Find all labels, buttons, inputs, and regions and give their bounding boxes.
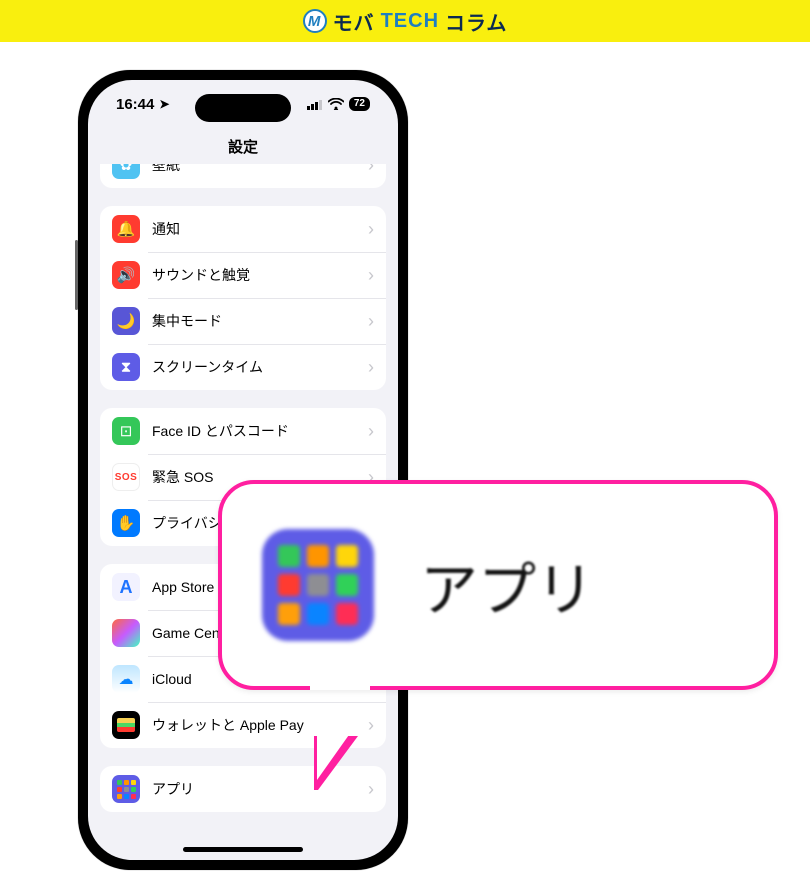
settings-row-notifications[interactable]: 🔔 通知 ›: [100, 206, 386, 252]
gamecenter-icon: [112, 619, 140, 647]
callout-bubble: アプリ: [218, 480, 778, 690]
settings-row-faceid[interactable]: ⊡ Face ID とパスコード ›: [100, 408, 386, 454]
apps-grid-icon: [262, 529, 374, 641]
sos-icon: SOS: [112, 463, 140, 491]
chevron-right-icon: ›: [368, 715, 374, 736]
row-label: 通知: [152, 219, 368, 239]
row-label: Face ID とパスコード: [152, 421, 368, 441]
chevron-right-icon: ›: [368, 421, 374, 442]
location-icon: ➤: [159, 97, 169, 111]
brand-text-1: モバ: [333, 7, 375, 36]
iphone-frame: 16:44 ➤ 72 設定 ✿ 壁紙 ›: [78, 70, 408, 870]
faceid-icon: ⊡: [112, 417, 140, 445]
chevron-right-icon: ›: [368, 265, 374, 286]
wifi-icon: [328, 98, 344, 110]
settings-row-screentime[interactable]: ⧗ スクリーンタイム ›: [100, 344, 386, 390]
brand-text-3: コラム: [445, 7, 507, 36]
row-label: 集中モード: [152, 311, 368, 331]
battery-icon: 72: [349, 97, 370, 111]
brand-bar: M モバ TECH コラム: [0, 0, 810, 42]
callout-label: アプリ: [420, 543, 594, 627]
dynamic-island: [195, 94, 291, 122]
chevron-right-icon: ›: [368, 164, 374, 176]
nav-title: 設定: [88, 128, 398, 164]
bell-icon: 🔔: [112, 215, 140, 243]
row-label: サウンドと触覚: [152, 265, 368, 285]
apps-grid-icon: [112, 775, 140, 803]
wallet-icon: [112, 711, 140, 739]
brand-logo-icon: M: [303, 9, 327, 33]
row-label: スクリーンタイム: [152, 357, 368, 377]
chevron-right-icon: ›: [368, 219, 374, 240]
chevron-right-icon: ›: [368, 779, 374, 800]
settings-group-notifications: 🔔 通知 › 🔊 サウンドと触覚 › 🌙 集中モード › ⧗ スクリーンタイム: [100, 206, 386, 390]
settings-title: 設定: [228, 136, 258, 157]
wallpaper-icon: ✿: [112, 164, 140, 179]
appstore-icon: A: [112, 573, 140, 601]
hand-icon: ✋: [112, 509, 140, 537]
cellular-icon: [307, 99, 323, 110]
settings-row-focus[interactable]: 🌙 集中モード ›: [100, 298, 386, 344]
status-time: 16:44: [116, 96, 154, 113]
cloud-icon: ☁: [112, 665, 140, 693]
brand-text-2: TECH: [381, 10, 439, 33]
home-indicator[interactable]: [183, 847, 303, 852]
moon-icon: 🌙: [112, 307, 140, 335]
brand: M モバ TECH コラム: [303, 7, 508, 36]
settings-row-sounds[interactable]: 🔊 サウンドと触覚 ›: [100, 252, 386, 298]
row-label: 壁紙: [152, 164, 368, 175]
settings-row-wallpaper[interactable]: ✿ 壁紙 ›: [100, 164, 386, 188]
hourglass-icon: ⧗: [112, 353, 140, 381]
chevron-right-icon: ›: [368, 311, 374, 332]
chevron-right-icon: ›: [368, 357, 374, 378]
speaker-icon: 🔊: [112, 261, 140, 289]
settings-group-display: ✿ 壁紙 ›: [100, 164, 386, 188]
